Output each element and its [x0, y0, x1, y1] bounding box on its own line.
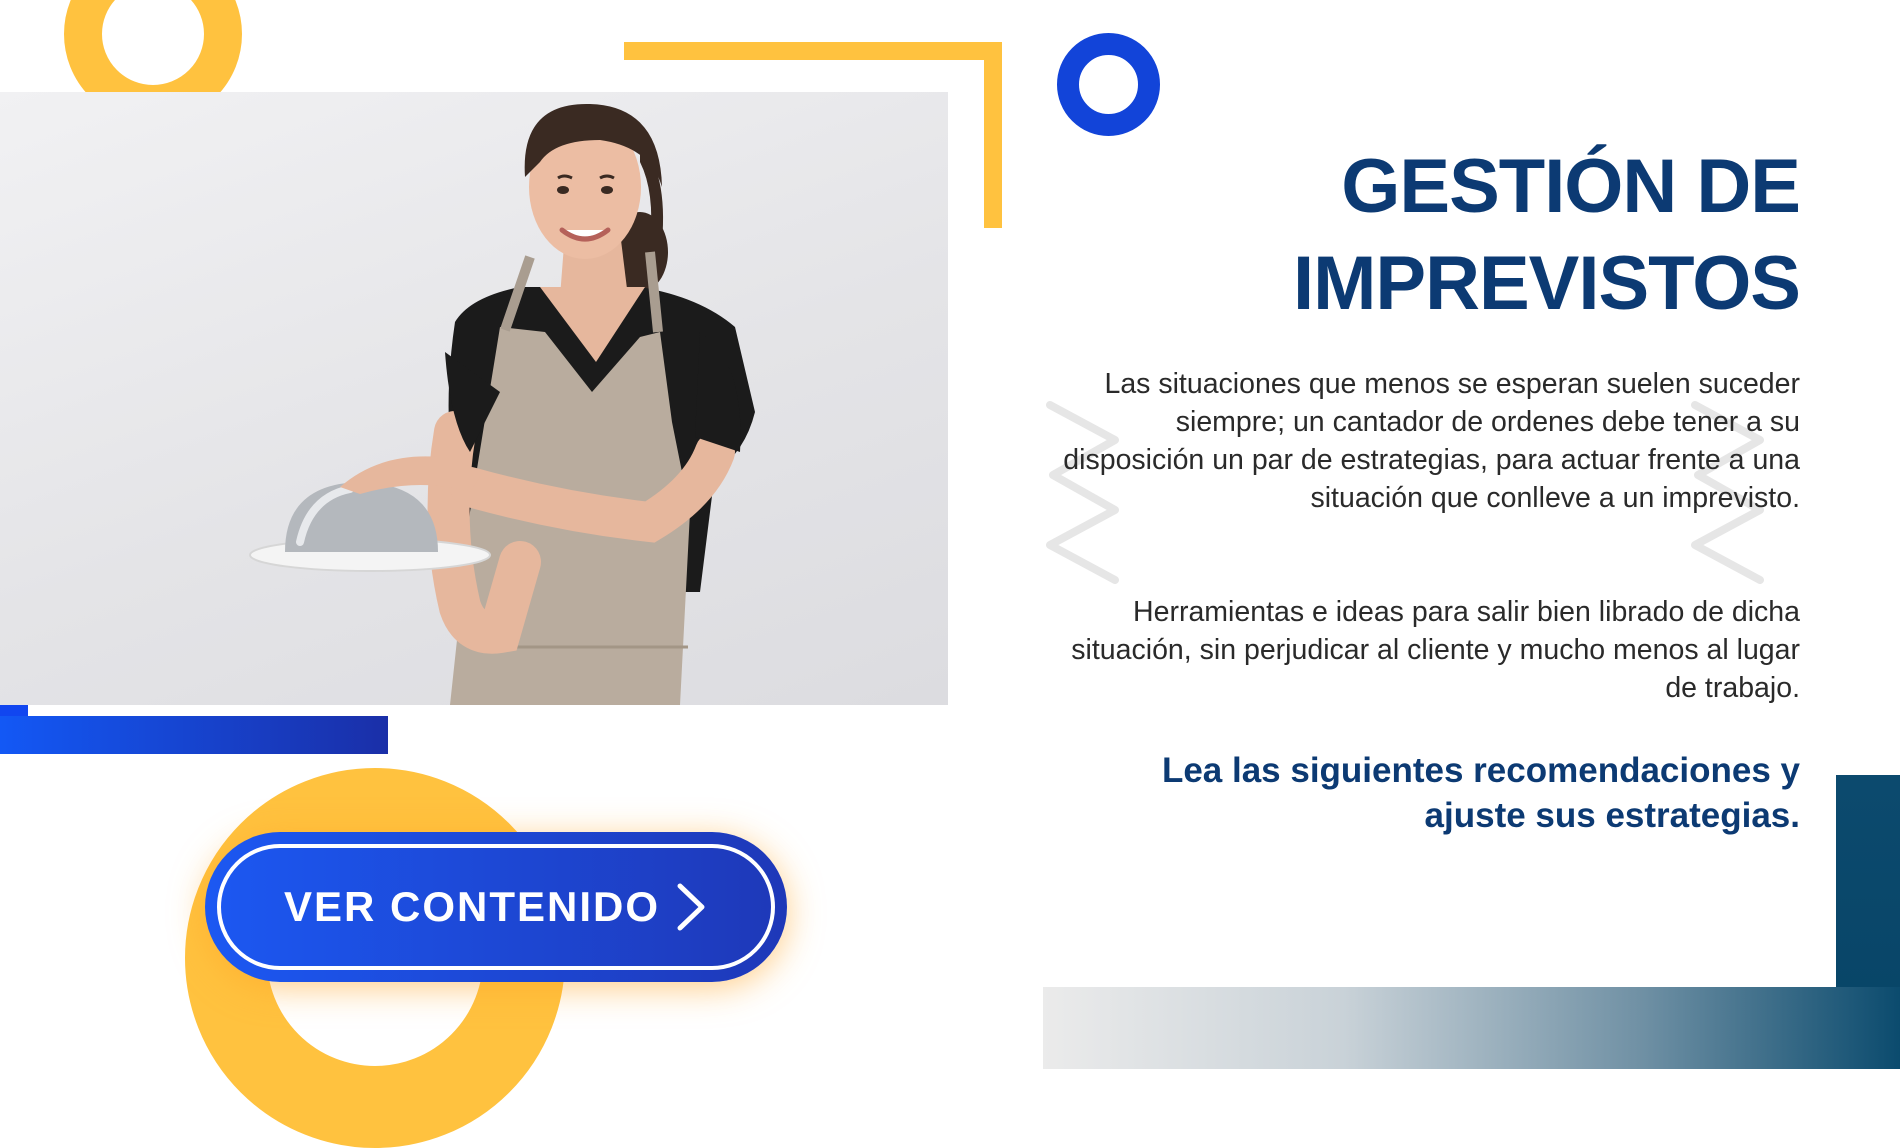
tools-paragraph: Herramientas e ideas para salir bien lib… [1071, 596, 1800, 704]
title-line-2: IMPREVISTOS [1292, 241, 1801, 326]
hero-photo [0, 92, 948, 705]
title-line-1: GESTIÓN DE [1341, 144, 1801, 229]
gradient-band-decoration [1043, 987, 1900, 1069]
blue-frame-horizontal-decoration [0, 716, 388, 754]
page-title: GESTIÓN DE IMPREVISTOS [1180, 138, 1801, 332]
intro-paragraph: Las situaciones que menos se esperan sue… [1063, 368, 1800, 514]
view-content-button[interactable]: VER CONTENIDO [205, 832, 787, 982]
recommendation-text: Lea las siguientes recomendaciones y aju… [1040, 748, 1800, 838]
view-content-button-border: VER CONTENIDO [217, 844, 775, 970]
blue-ring-decoration [1057, 33, 1160, 136]
chevron-right-icon [677, 883, 705, 931]
recommendation-line-2: ajuste sus estrategias. [1424, 796, 1800, 835]
waitress-illustration [249, 103, 755, 705]
view-content-button-label: VER CONTENIDO [283, 883, 661, 930]
recommendation-line-1: Lea las siguientes recomendaciones y [1161, 751, 1800, 790]
